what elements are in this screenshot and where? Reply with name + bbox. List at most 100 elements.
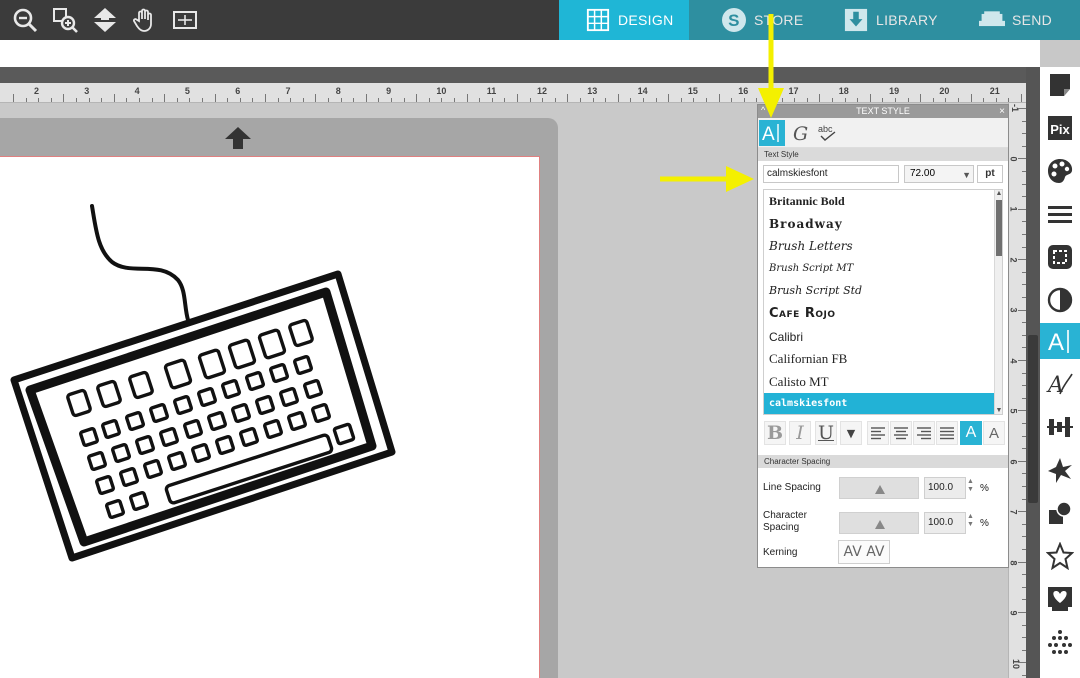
scrollbar-thumb[interactable] — [1028, 335, 1038, 503]
character-spacing-section-header: Character Spacing — [758, 455, 1008, 468]
fit-to-page-icon[interactable] — [170, 5, 200, 35]
ruler-tick — [1021, 94, 1022, 102]
horizontal-text-icon[interactable]: A — [960, 421, 982, 445]
character-spacing-slider[interactable] — [839, 512, 919, 534]
font-item[interactable]: Britannic Bold — [764, 190, 1002, 213]
line-spacing-input[interactable]: 100.0 — [924, 477, 966, 499]
modify-icon[interactable] — [1040, 495, 1080, 531]
font-item[interactable]: Brush Script MT — [764, 258, 1002, 281]
ruler-tick — [1018, 612, 1026, 613]
tab-text-style[interactable]: A — [759, 120, 785, 146]
tab-library[interactable]: LIBRARY — [819, 0, 949, 40]
slider-knob[interactable] — [875, 520, 885, 529]
align-left-icon[interactable] — [867, 421, 889, 445]
align-justify-icon[interactable] — [936, 421, 958, 445]
ruler-tick — [1018, 460, 1026, 462]
pan-hand-icon[interactable] — [130, 5, 160, 35]
font-list-scrollbar[interactable]: ▲ ▼ — [994, 190, 1002, 414]
align-center-icon[interactable] — [890, 421, 912, 445]
ruler-tick — [302, 98, 304, 102]
panel-title: TEXT STYLE — [856, 106, 910, 116]
ruler-tick — [1018, 259, 1026, 261]
ruler-tick — [454, 98, 455, 102]
font-item[interactable]: Cafe Rojo — [764, 303, 1002, 326]
slider-knob[interactable] — [875, 485, 885, 494]
kerning-toggle[interactable]: AV AV — [838, 540, 890, 564]
tab-spellcheck[interactable]: abc — [815, 120, 841, 146]
zoom-out-icon[interactable] — [10, 5, 40, 35]
font-list-scroll-thumb[interactable] — [996, 200, 1002, 256]
ruler-tick — [567, 94, 569, 102]
ruler-tick — [416, 94, 418, 102]
transparency-icon[interactable] — [1040, 282, 1080, 318]
character-spacing-input[interactable]: 100.0 — [924, 512, 966, 534]
scroll-down-icon[interactable]: ▼ — [995, 407, 1002, 414]
underline-button[interactable]: U — [815, 421, 837, 445]
tab-design[interactable]: DESIGN — [559, 0, 689, 40]
ruler-number: 18 — [838, 86, 849, 96]
text-on-path-icon[interactable]: A — [983, 421, 1005, 445]
kerning-row: Kerning AV AV — [758, 538, 1008, 568]
font-item-selected[interactable]: calmskiesfont — [764, 393, 1002, 414]
ruler-tick — [63, 94, 65, 102]
svg-text:Pix: Pix — [1050, 122, 1070, 137]
text-style-icon[interactable]: A — [1040, 323, 1080, 359]
character-spacing-stepper[interactable]: ▲ ▼ — [967, 513, 977, 529]
font-item[interactable]: Calibri — [764, 326, 1002, 349]
tab-glyphs[interactable]: G — [787, 120, 813, 146]
ruler-number: 21 — [989, 86, 1000, 96]
italic-button[interactable]: I — [789, 421, 811, 445]
font-item[interactable]: Calisto MT — [764, 371, 1002, 394]
line-spacing-slider[interactable] — [839, 477, 919, 499]
font-item[interactable]: Brush Letters — [764, 235, 1002, 258]
zoom-fit-icon[interactable] — [50, 5, 80, 35]
sketch-icon[interactable]: A — [1040, 366, 1080, 402]
move-icon[interactable] — [90, 5, 120, 35]
replicate-icon[interactable] — [1040, 452, 1080, 488]
pixscan-icon[interactable]: Pix — [1040, 110, 1080, 146]
font-name-input[interactable]: calmskiesfont — [763, 165, 899, 183]
ruler-number: 6 — [1008, 458, 1019, 465]
line-spacing-stepper[interactable]: ▲ ▼ — [967, 478, 977, 494]
design-grid-icon — [585, 7, 611, 33]
ruler-tick — [265, 94, 266, 102]
tab-send[interactable]: SEND — [949, 0, 1080, 40]
heart-image-icon[interactable] — [1040, 581, 1080, 617]
underline-options-chevron-icon[interactable]: ▼ — [840, 421, 862, 445]
panel-tabs: A G abc — [758, 118, 1008, 148]
fill-color-icon[interactable] — [1040, 153, 1080, 189]
ruler-tick — [328, 98, 329, 102]
vertical-ruler: -1 0 1 2 3 4 5 6 7 8 9 10 — [1008, 103, 1026, 678]
page-setup-icon[interactable] — [1040, 67, 1080, 103]
ruler-tick — [958, 98, 959, 102]
font-item[interactable]: Californian FB — [764, 348, 1002, 371]
line-style-icon[interactable] — [1040, 196, 1080, 232]
font-size-select[interactable]: 72.00 ▼ — [904, 165, 974, 183]
font-unit-button[interactable]: pt — [977, 165, 1003, 183]
bold-button[interactable]: B — [764, 421, 786, 445]
tab-store[interactable]: S STORE — [689, 0, 819, 40]
image-trace-icon[interactable] — [1040, 239, 1080, 275]
font-item[interactable]: Brush Script Std — [764, 280, 1002, 303]
font-item[interactable]: Broadway — [764, 213, 1002, 236]
ruler-number: 8 — [1008, 559, 1019, 566]
dots-icon[interactable] — [1040, 624, 1080, 660]
star-shape-icon[interactable] — [1040, 538, 1080, 574]
align-icon[interactable] — [1040, 409, 1080, 445]
ruler-tick — [126, 98, 128, 102]
text-style-panel: ^ TEXT STYLE × A G abc Text Style calmsk… — [757, 104, 1009, 568]
ruler-tick — [819, 94, 821, 102]
align-right-icon[interactable] — [913, 421, 935, 445]
scroll-up-icon[interactable]: ▲ — [995, 190, 1002, 197]
ruler-number: 17 — [788, 86, 799, 96]
text-style-section-header: Text Style — [758, 148, 1008, 161]
ruler-number: 10 — [1011, 658, 1022, 669]
ruler-tick — [630, 98, 632, 102]
vertical-scrollbar[interactable] — [1026, 67, 1040, 678]
keyboard-drawing[interactable] — [0, 190, 420, 580]
ruler-tick — [743, 98, 745, 102]
panel-close-button[interactable]: × — [999, 105, 1005, 118]
library-download-icon — [843, 7, 869, 33]
ruler-tick — [617, 94, 619, 102]
horizontal-ruler: 2 3 4 5 6 7 8 9 10 11 12 13 14 15 16 17 18 19 20 21 — [0, 83, 1026, 103]
